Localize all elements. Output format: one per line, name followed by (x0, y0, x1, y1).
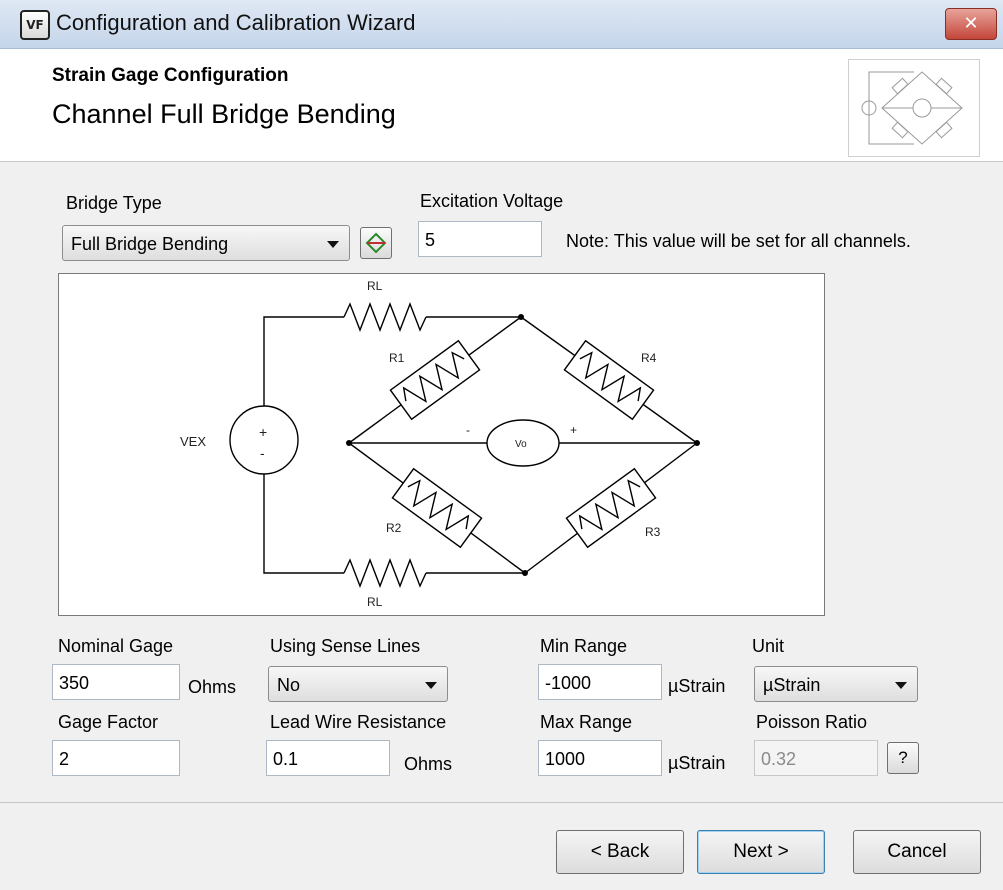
r1-label: R1 (389, 351, 405, 365)
min-range-unit: µStrain (668, 676, 726, 696)
r3-label: R3 (645, 525, 661, 539)
bridge-wizard-button[interactable] (360, 227, 392, 259)
vo-minus: - (466, 423, 470, 437)
back-button[interactable]: < Back (556, 830, 684, 874)
r4-label: R4 (641, 351, 657, 365)
bridge-diagram-icon (365, 232, 387, 254)
rl-bottom-label: RL (367, 595, 383, 609)
footer-divider (0, 802, 1003, 803)
bridge-circuit-diagram: VEX + - RL RL R1 R2 R3 R4 Vo - + (58, 273, 825, 616)
min-range-label: Min Range (540, 636, 628, 656)
header-title: Channel Full Bridge Bending (52, 99, 396, 129)
header-subtitle: Strain Gage Configuration (52, 65, 289, 86)
close-button[interactable]: ✕ (945, 8, 997, 40)
gage-factor-label: Gage Factor (58, 712, 159, 732)
excitation-input[interactable]: 5 (418, 221, 542, 257)
vo-plus: + (570, 423, 577, 437)
next-button[interactable]: Next > (697, 830, 825, 874)
r2-label: R2 (386, 521, 402, 535)
poisson-label: Poisson Ratio (756, 712, 868, 732)
lead-wire-unit: Ohms (404, 754, 453, 774)
vex-label: VEX (180, 434, 206, 449)
bridge-type-select[interactable]: Full Bridge Bending (62, 225, 350, 261)
unit-value: µStrain (763, 675, 821, 695)
bridge-thumbnail-icon (848, 59, 980, 157)
window-title: Configuration and Calibration Wizard (56, 10, 416, 35)
chevron-down-icon (327, 241, 339, 248)
lead-wire-label: Lead Wire Resistance (270, 712, 447, 732)
nominal-gage-unit: Ohms (188, 677, 237, 697)
max-range-input[interactable]: 1000 (538, 740, 662, 776)
max-range-label: Max Range (540, 712, 633, 732)
wizard-header: Strain Gage Configuration Channel Full B… (0, 49, 1003, 162)
rl-top-label: RL (367, 279, 383, 293)
chevron-down-icon (895, 682, 907, 689)
bridge-type-label: Bridge Type (66, 193, 162, 213)
nominal-gage-input[interactable]: 350 (52, 664, 180, 700)
chevron-down-icon (425, 682, 437, 689)
vex-plus: + (259, 424, 267, 440)
excitation-note: Note: This value will be set for all cha… (566, 231, 911, 251)
cancel-button[interactable]: Cancel (853, 830, 981, 874)
unit-label: Unit (752, 636, 785, 656)
sense-lines-select[interactable]: No (268, 666, 448, 702)
max-range-unit: µStrain (668, 753, 726, 773)
vo-label: Vo (515, 439, 527, 450)
sense-lines-label: Using Sense Lines (270, 636, 421, 656)
vex-minus: - (260, 445, 265, 461)
unit-select[interactable]: µStrain (754, 666, 918, 702)
min-range-input[interactable]: -1000 (538, 664, 662, 700)
title-bar: VF Configuration and Calibration Wizard … (0, 0, 1003, 49)
gage-factor-input[interactable]: 2 (52, 740, 180, 776)
poisson-ratio-input: 0.32 (754, 740, 878, 776)
lead-wire-input[interactable]: 0.1 (266, 740, 390, 776)
poisson-help-button[interactable]: ? (887, 742, 919, 774)
excitation-label: Excitation Voltage (420, 191, 564, 211)
app-icon: VF (20, 10, 50, 40)
sense-lines-value: No (277, 675, 301, 695)
nominal-gage-label: Nominal Gage (58, 636, 174, 656)
bridge-type-value: Full Bridge Bending (71, 234, 229, 254)
